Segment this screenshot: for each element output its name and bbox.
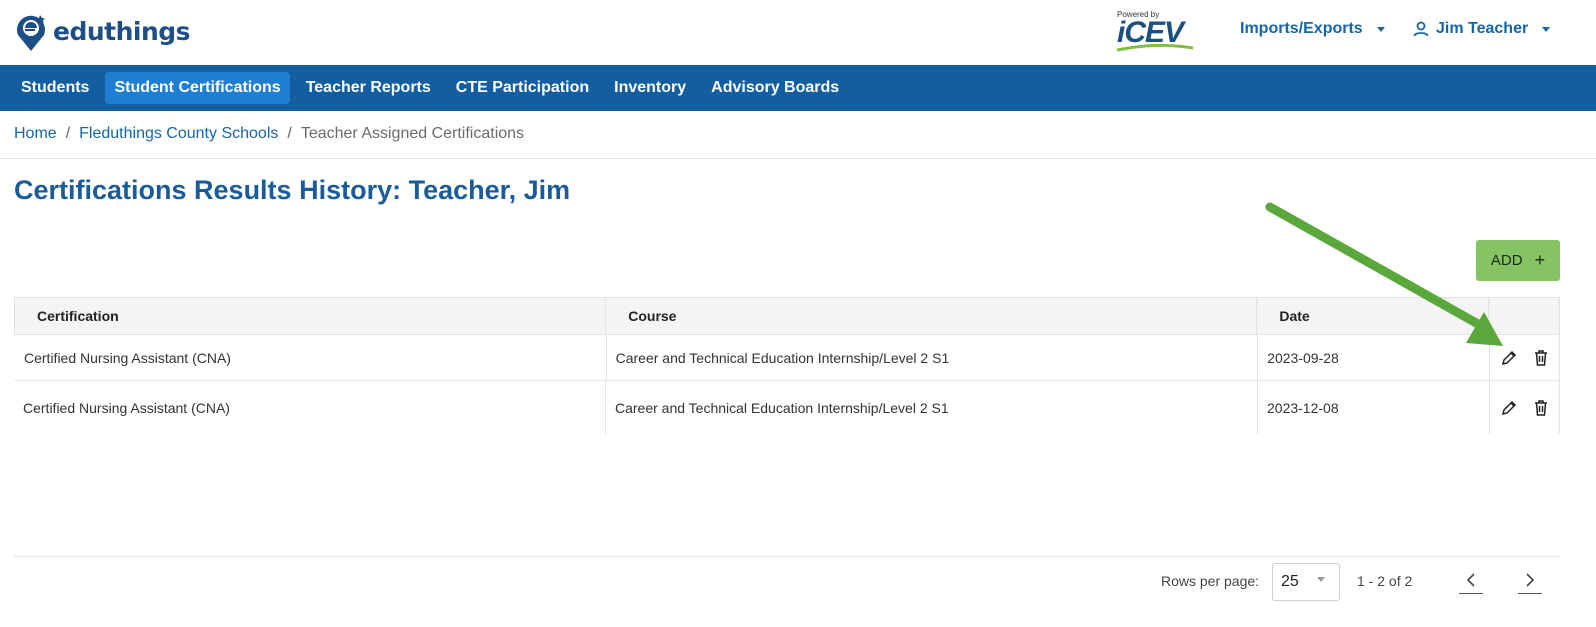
plus-icon: +	[1534, 250, 1546, 270]
table-row: Certified Nursing Assistant (CNA) Career…	[14, 335, 1560, 381]
eduthings-logo[interactable]: eduthings	[13, 11, 191, 51]
next-page-button[interactable]	[1518, 566, 1542, 594]
chevron-right-icon	[1526, 572, 1535, 587]
add-button-label: ADD	[1490, 252, 1523, 269]
icev-swoosh-icon	[1116, 44, 1194, 52]
breadcrumb: Home / Fleduthings County Schools / Teac…	[14, 125, 524, 143]
nav-item-inventory[interactable]: Inventory	[605, 72, 695, 104]
cell-course: Career and Technical Education Internshi…	[607, 335, 1259, 380]
eduthings-logo-icon	[13, 11, 49, 51]
column-header-date[interactable]: Date	[1257, 298, 1490, 334]
trash-icon[interactable]	[1532, 399, 1550, 417]
nav-item-student-certifications[interactable]: Student Certifications	[105, 72, 290, 104]
table-row: Certified Nursing Assistant (CNA) Career…	[14, 381, 1560, 434]
breadcrumb-current: Teacher Assigned Certifications	[300, 125, 525, 142]
user-menu[interactable]: Jim Teacher	[1412, 20, 1551, 38]
rows-per-page-value: 25	[1281, 573, 1299, 590]
breadcrumb-home[interactable]: Home	[14, 125, 57, 143]
brand-name: eduthings	[53, 16, 191, 46]
certifications-table: Certification Course Date Certified Nurs…	[14, 297, 1560, 434]
divider	[14, 556, 1560, 557]
chevron-down-icon	[1542, 26, 1551, 32]
pencil-icon[interactable]	[1500, 349, 1518, 367]
nav-item-cte-participation[interactable]: CTE Participation	[447, 72, 598, 104]
page-title: Certifications Results History: Teacher,…	[14, 175, 571, 205]
chevron-down-icon	[1317, 577, 1325, 582]
cell-date: 2023-09-28	[1258, 335, 1491, 380]
imports-exports-label: Imports/Exports	[1240, 20, 1363, 37]
pencil-icon[interactable]	[1500, 399, 1518, 417]
cell-date: 2023-12-08	[1258, 381, 1490, 434]
cell-actions	[1490, 381, 1560, 434]
imports-exports-menu[interactable]: Imports/Exports	[1240, 20, 1385, 38]
cell-actions	[1490, 335, 1560, 380]
cell-certification: Certified Nursing Assistant (CNA)	[15, 335, 607, 380]
pagination-range: 1 - 2 of 2	[1357, 573, 1413, 589]
prev-page-button[interactable]	[1459, 566, 1483, 594]
nav-item-teacher-reports[interactable]: Teacher Reports	[297, 72, 440, 104]
cell-course: Career and Technical Education Internshi…	[606, 381, 1258, 434]
table-header: Certification Course Date	[14, 297, 1560, 335]
top-header: eduthings Powered by iCEV Imports/Export…	[0, 0, 1596, 65]
column-header-certification[interactable]: Certification	[15, 298, 607, 334]
column-header-actions	[1489, 298, 1559, 334]
main-nav: Students Student Certifications Teacher …	[0, 65, 1596, 111]
cell-certification: Certified Nursing Assistant (CNA)	[14, 381, 606, 434]
chevron-left-icon	[1466, 572, 1475, 587]
column-header-course[interactable]: Course	[606, 298, 1258, 334]
chevron-down-icon	[1376, 26, 1385, 32]
icev-logo: Powered by iCEV	[1115, 10, 1197, 52]
breadcrumb-separator: /	[287, 125, 292, 142]
nav-item-students[interactable]: Students	[12, 72, 98, 104]
add-button[interactable]: ADD +	[1476, 240, 1560, 281]
rows-per-page-select[interactable]: 25	[1272, 563, 1340, 601]
rows-per-page-label: Rows per page:	[1161, 573, 1260, 589]
divider	[0, 158, 1596, 159]
breadcrumb-separator: /	[65, 125, 71, 142]
user-icon	[1413, 21, 1429, 37]
trash-icon[interactable]	[1532, 349, 1550, 367]
nav-item-advisory-boards[interactable]: Advisory Boards	[702, 72, 848, 104]
user-name: Jim Teacher	[1436, 20, 1529, 37]
breadcrumb-district[interactable]: Fleduthings County Schools	[79, 125, 278, 143]
